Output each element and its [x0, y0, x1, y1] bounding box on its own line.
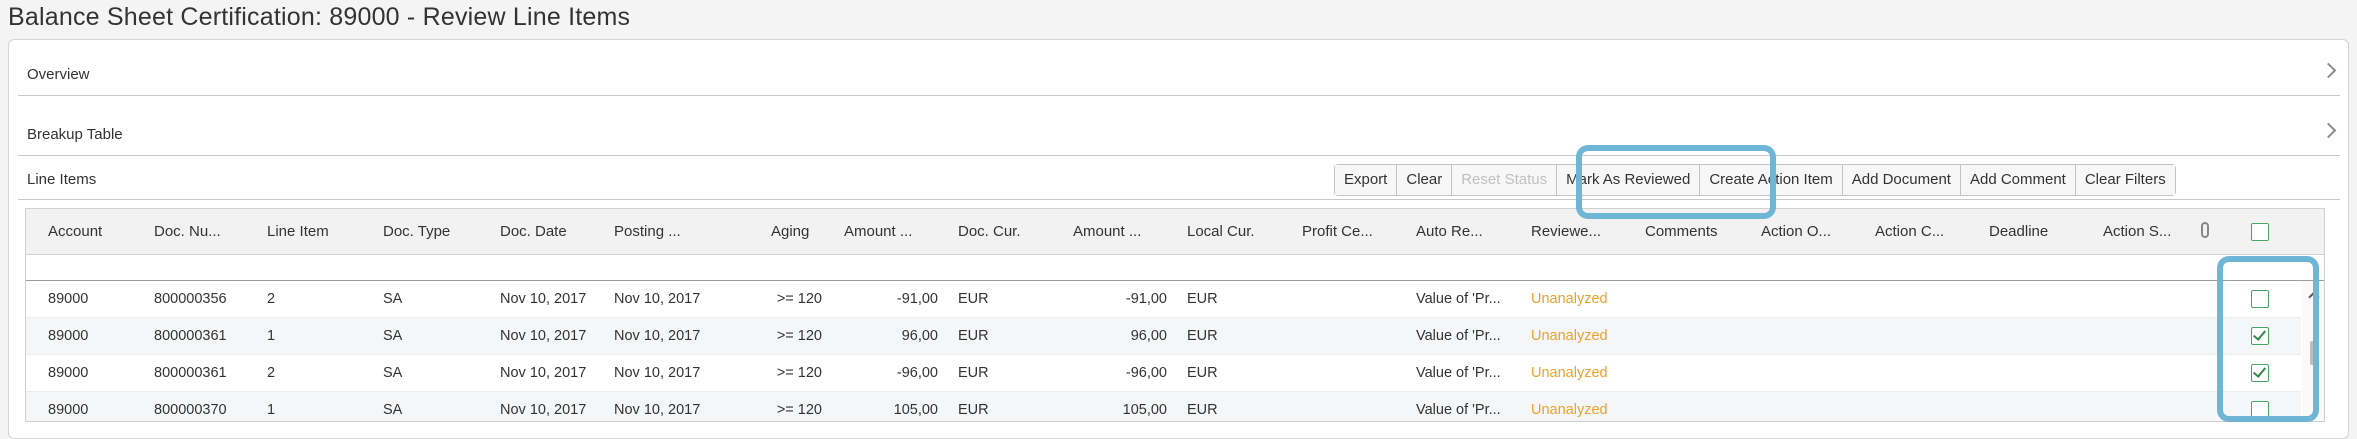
- cell-doc-number: 800000361: [154, 365, 227, 381]
- cell-amount-local: -96,00: [1125, 365, 1167, 381]
- divider: [18, 199, 2340, 200]
- cell-local-cur: EUR: [1187, 402, 1218, 418]
- cell-amount-doc: -91,00: [896, 291, 938, 307]
- cell-amount-doc: 96,00: [901, 328, 938, 344]
- cell-posting-date: Nov 10, 2017: [614, 402, 701, 418]
- table-row[interactable]: 89000 800000361 1 SA Nov 10, 2017 Nov 10…: [26, 318, 2301, 355]
- overview-section[interactable]: Overview: [18, 50, 2340, 96]
- cell-auto-review: Value of 'Pr...: [1416, 328, 1501, 344]
- add-comment-button[interactable]: Add Comment: [1960, 165, 2076, 195]
- page-title: Balance Sheet Certification: 89000 - Rev…: [8, 3, 631, 31]
- line-items-table: Account Doc. Nu... Line Item Doc. Type D…: [25, 208, 2325, 422]
- cell-doc-date: Nov 10, 2017: [500, 365, 587, 381]
- mark-as-reviewed-highlight: [1576, 145, 1776, 219]
- cell-amount-doc: -96,00: [896, 365, 938, 381]
- cell-doc-type: SA: [383, 365, 403, 381]
- table-row[interactable]: 89000 800000361 2 SA Nov 10, 2017 Nov 10…: [26, 355, 2301, 392]
- status-badge: Unanalyzed: [1531, 291, 1608, 307]
- cell-doc-number: 800000361: [154, 328, 227, 344]
- col-action-category[interactable]: Action C...: [1875, 223, 1944, 240]
- cell-doc-date: Nov 10, 2017: [500, 402, 587, 418]
- col-reviewed[interactable]: Reviewe...: [1531, 223, 1601, 240]
- col-profit-center[interactable]: Profit Ce...: [1302, 223, 1373, 240]
- cell-amount-local: 105,00: [1122, 402, 1167, 418]
- col-amount-local[interactable]: Amount ...: [1073, 223, 1141, 240]
- breakup-table-section[interactable]: Breakup Table: [18, 110, 2340, 156]
- cell-aging: >= 120: [776, 365, 822, 381]
- col-aging[interactable]: Aging: [771, 223, 809, 240]
- cell-doc-date: Nov 10, 2017: [500, 328, 587, 344]
- col-doc-cur[interactable]: Doc. Cur.: [958, 223, 1021, 240]
- breakup-table-label: Breakup Table: [27, 126, 123, 143]
- cell-posting-date: Nov 10, 2017: [614, 291, 701, 307]
- col-auto-review[interactable]: Auto Re...: [1416, 223, 1483, 240]
- cell-auto-review: Value of 'Pr...: [1416, 365, 1501, 381]
- line-items-label: Line Items: [27, 171, 97, 188]
- table-header: Account Doc. Nu... Line Item Doc. Type D…: [26, 209, 2324, 255]
- col-account[interactable]: Account: [48, 223, 102, 240]
- cell-account: 89000: [48, 291, 89, 307]
- cell-doc-date: Nov 10, 2017: [500, 291, 587, 307]
- clear-button[interactable]: Clear: [1397, 165, 1453, 195]
- export-button[interactable]: Export: [1335, 165, 1398, 195]
- cell-aging: >= 120: [776, 328, 822, 344]
- cell-doc-number: 800000356: [154, 291, 227, 307]
- cell-doc-cur: EUR: [958, 328, 989, 344]
- col-local-cur[interactable]: Local Cur.: [1187, 223, 1255, 240]
- col-line-item[interactable]: Line Item: [267, 223, 329, 240]
- cell-local-cur: EUR: [1187, 328, 1218, 344]
- cell-doc-cur: EUR: [958, 402, 989, 418]
- status-badge: Unanalyzed: [1531, 328, 1608, 344]
- col-deadline[interactable]: Deadline: [1989, 223, 2048, 240]
- cell-auto-review: Value of 'Pr...: [1416, 291, 1501, 307]
- status-badge: Unanalyzed: [1531, 365, 1608, 381]
- col-posting-date[interactable]: Posting ...: [614, 223, 681, 240]
- cell-line-item: 2: [267, 291, 276, 307]
- cell-account: 89000: [48, 365, 89, 381]
- cell-aging: >= 120: [776, 291, 822, 307]
- table-row[interactable]: 89000 800000370 1 SA Nov 10, 2017 Nov 10…: [26, 392, 2301, 421]
- filter-row[interactable]: [26, 255, 2324, 281]
- col-doc-type[interactable]: Doc. Type: [383, 223, 450, 240]
- cell-doc-cur: EUR: [958, 291, 989, 307]
- cell-doc-type: SA: [383, 402, 403, 418]
- cell-local-cur: EUR: [1187, 365, 1218, 381]
- cell-auto-review: Value of 'Pr...: [1416, 402, 1501, 418]
- col-action-owner[interactable]: Action O...: [1761, 223, 1831, 240]
- cell-doc-type: SA: [383, 328, 403, 344]
- cell-posting-date: Nov 10, 2017: [614, 328, 701, 344]
- chevron-right-icon[interactable]: [2320, 62, 2337, 79]
- overview-label: Overview: [27, 66, 90, 83]
- add-document-button[interactable]: Add Document: [1842, 165, 1961, 195]
- cell-amount-doc: 105,00: [893, 402, 938, 418]
- cell-posting-date: Nov 10, 2017: [614, 365, 701, 381]
- table-row[interactable]: 89000 800000356 2 SA Nov 10, 2017 Nov 10…: [26, 281, 2301, 318]
- select-all-checkbox[interactable]: [2251, 223, 2269, 241]
- cell-doc-number: 800000370: [154, 402, 227, 418]
- cell-line-item: 2: [267, 365, 276, 381]
- cell-amount-local: 96,00: [1130, 328, 1167, 344]
- cell-local-cur: EUR: [1187, 291, 1218, 307]
- status-badge: Unanalyzed: [1531, 402, 1608, 418]
- cell-aging: >= 120: [776, 402, 822, 418]
- col-comments[interactable]: Comments: [1645, 223, 1718, 240]
- cell-doc-type: SA: [383, 291, 403, 307]
- clear-filters-button[interactable]: Clear Filters: [2075, 165, 2175, 195]
- reset-status-button[interactable]: Reset Status: [1452, 165, 1558, 195]
- checkbox-column-highlight: [2217, 256, 2319, 422]
- cell-line-item: 1: [267, 328, 276, 344]
- col-action-status[interactable]: Action S...: [2103, 223, 2171, 240]
- cell-line-item: 1: [267, 402, 276, 418]
- paperclip-icon: [2201, 222, 2209, 238]
- chevron-right-icon[interactable]: [2320, 122, 2337, 139]
- col-doc-number[interactable]: Doc. Nu...: [154, 223, 221, 240]
- col-amount-doc[interactable]: Amount ...: [844, 223, 912, 240]
- col-doc-date[interactable]: Doc. Date: [500, 223, 567, 240]
- cell-account: 89000: [48, 328, 89, 344]
- cell-doc-cur: EUR: [958, 365, 989, 381]
- cell-account: 89000: [48, 402, 89, 418]
- cell-amount-local: -91,00: [1125, 291, 1167, 307]
